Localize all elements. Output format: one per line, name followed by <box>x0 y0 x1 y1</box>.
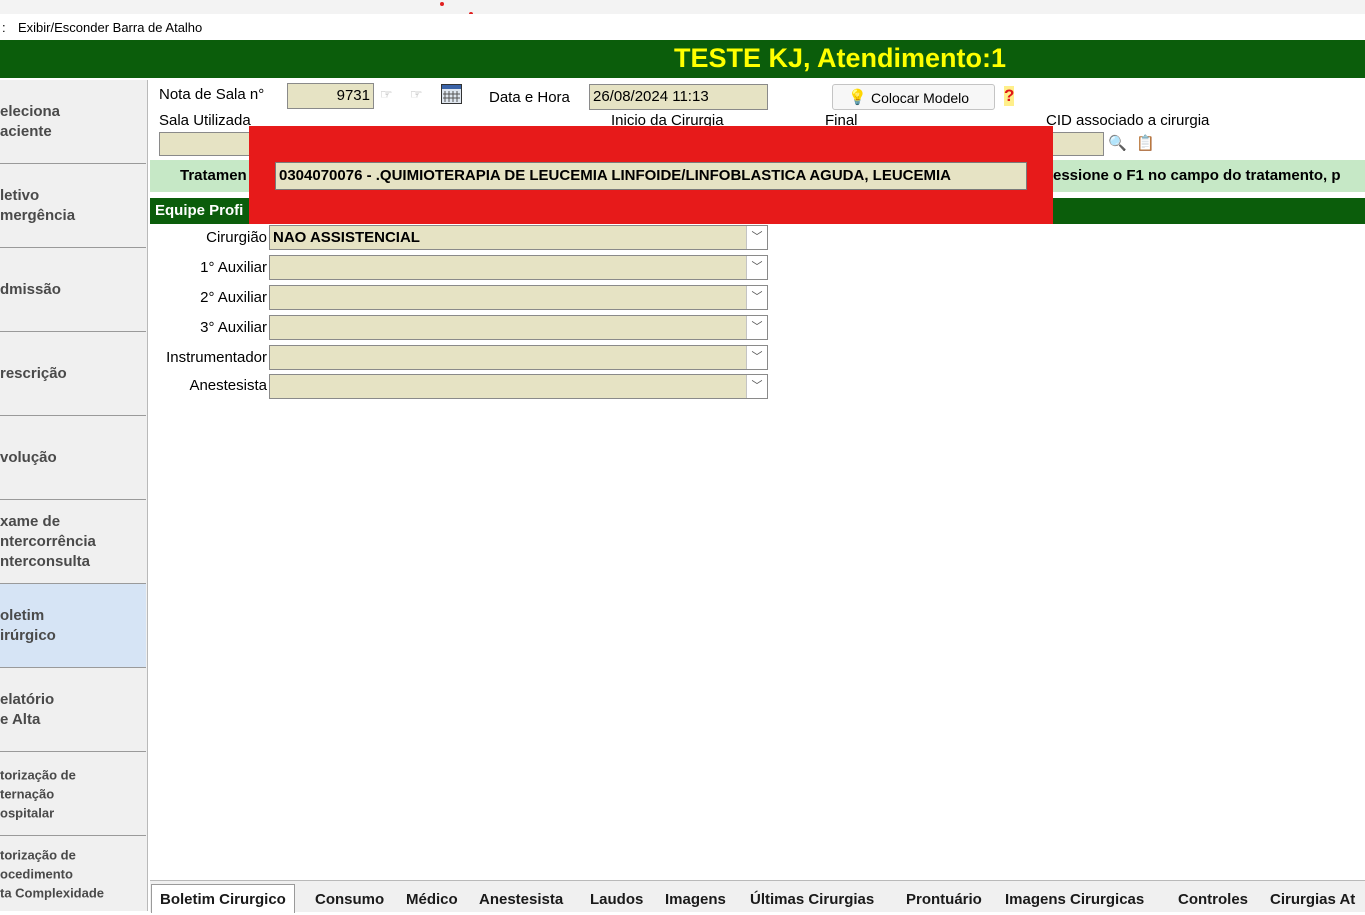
auxiliar-1-label: 1° Auxiliar <box>200 259 267 276</box>
window-top-strip <box>0 0 1365 16</box>
chevron-down-icon: ﹀ <box>746 286 767 309</box>
calendar-icon[interactable] <box>441 84 462 104</box>
sidebar-item-autorizacao-internacao[interactable]: torização de ternação ospitalar <box>0 752 146 836</box>
chevron-down-icon: ﹀ <box>746 256 767 279</box>
instrumentador-select[interactable]: ﹀ <box>269 345 768 370</box>
colocar-modelo-button[interactable]: 💡 Colocar Modelo <box>832 84 995 110</box>
cirurgiao-value: NAO ASSISTENCIAL <box>273 229 420 246</box>
tab-prontuario[interactable]: Prontuário <box>906 887 982 912</box>
red-dot-marker <box>440 2 444 6</box>
toggle-shortcut-bar-menu[interactable]: Exibir/Esconder Barra de Atalho <box>18 20 202 35</box>
chevron-down-icon: ﹀ <box>746 316 767 339</box>
auxiliar-3-select[interactable]: ﹀ <box>269 315 768 340</box>
equipe-label: Equipe Profi <box>155 202 244 219</box>
colocar-modelo-label: Colocar Modelo <box>871 90 970 106</box>
nota-sala-label: Nota de Sala n° <box>159 86 265 103</box>
tratamento-hint: essione o F1 no campo do tratamento, p <box>1053 167 1341 184</box>
tratamento-field[interactable]: 0304070076 - .QUIMIOTERAPIA DE LEUCEMIA … <box>275 162 1027 190</box>
auxiliar-3-label: 3° Auxiliar <box>200 319 267 336</box>
tab-imagens-cirurgicas[interactable]: Imagens Cirurgicas <box>1005 887 1144 912</box>
auxiliar-2-label: 2° Auxiliar <box>200 289 267 306</box>
tab-medico[interactable]: Médico <box>406 887 458 912</box>
sidebar-item-autorizacao-procedimento[interactable]: torização de ocedimento ta Complexidade <box>0 836 146 911</box>
tab-laudos[interactable]: Laudos <box>590 887 643 912</box>
sidebar-item-seleciona-paciente[interactable]: eleciona aciente <box>0 80 146 164</box>
tab-anestesista[interactable]: Anestesista <box>479 887 563 912</box>
sidebar-item-admissao[interactable]: dmissão <box>0 248 146 332</box>
data-hora-field[interactable]: 26/08/2024 11:13 <box>589 84 768 110</box>
nota-sala-field[interactable]: 9731 <box>287 83 374 109</box>
tratamento-value: 0304070076 - .QUIMIOTERAPIA DE LEUCEMIA … <box>279 167 952 184</box>
menu-separator: : <box>2 20 6 35</box>
sidebar-item-exame-intercorrencia[interactable]: xame de ntercorrência nterconsulta <box>0 500 146 584</box>
auxiliar-2-select[interactable]: ﹀ <box>269 285 768 310</box>
menu-bar: : Exibir/Esconder Barra de Atalho <box>0 14 1365 40</box>
page-title: TESTE KJ, Atendimento:1 <box>673 43 1007 73</box>
sidebar-item-prescricao[interactable]: rescrição <box>0 332 146 416</box>
tratamento-label: Tratamen <box>180 167 247 184</box>
search-binoculars-icon[interactable]: 🔍 <box>1108 134 1127 152</box>
tab-boletim-cirurgico[interactable]: Boletim Cirurgico <box>151 884 295 913</box>
chevron-down-icon: ﹀ <box>746 226 767 249</box>
auxiliar-1-select[interactable]: ﹀ <box>269 255 768 280</box>
sidebar-item-relatorio-alta[interactable]: elatório e Alta <box>0 668 146 752</box>
data-hora-value: 26/08/2024 11:13 <box>593 88 709 105</box>
sala-utilizada-label: Sala Utilizada <box>159 112 251 129</box>
chevron-down-icon: ﹀ <box>746 375 767 398</box>
cid-label: CID associado a cirurgia <box>1046 112 1210 129</box>
anestesista-label: Anestesista <box>189 377 267 394</box>
sidebar: eleciona aciente letivo mergência dmissã… <box>0 80 148 911</box>
data-hora-label: Data e Hora <box>489 89 570 106</box>
anestesista-select[interactable]: ﹀ <box>269 374 768 399</box>
copy-icon[interactable]: 📋 <box>1136 134 1155 152</box>
sidebar-item-eletivo-emergencia[interactable]: letivo mergência <box>0 164 146 248</box>
title-bar: TESTE KJ, Atendimento:1 <box>0 40 1365 78</box>
sidebar-item-evolucao[interactable]: volução <box>0 416 146 500</box>
tab-controles[interactable]: Controles <box>1178 887 1248 912</box>
sidebar-item-boletim-cirurgico[interactable]: oletim irúrgico <box>0 584 146 668</box>
chevron-down-icon: ﹀ <box>746 346 767 369</box>
nota-sala-value: 9731 <box>336 87 370 104</box>
lightbulb-icon: 💡 <box>848 89 867 106</box>
pointer-icon[interactable]: ☞ <box>380 86 393 103</box>
pointer-icon[interactable]: ☞ <box>410 86 423 103</box>
instrumentador-label: Instrumentador <box>166 349 267 366</box>
tab-consumo[interactable]: Consumo <box>315 887 384 912</box>
cirurgiao-label: Cirurgião <box>206 229 267 246</box>
tab-imagens[interactable]: Imagens <box>665 887 726 912</box>
cirurgiao-select[interactable]: NAO ASSISTENCIAL ﹀ <box>269 225 768 250</box>
tab-ultimas-cirurgias[interactable]: Últimas Cirurgias <box>750 887 874 912</box>
tab-cirurgias-atuais[interactable]: Cirurgias At <box>1270 887 1355 912</box>
bottom-tab-bar: Boletim Cirurgico Consumo Médico Anestes… <box>150 880 1365 913</box>
help-icon[interactable]: ? <box>1004 86 1015 106</box>
